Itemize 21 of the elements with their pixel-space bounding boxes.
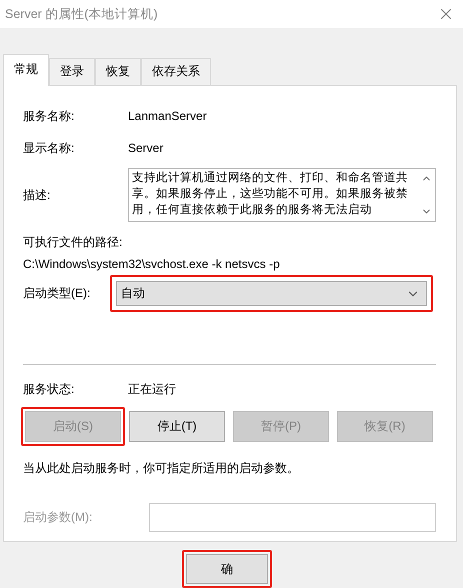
tab[interactable]: 登录 <box>49 58 95 86</box>
tab[interactable]: 常规 <box>3 54 49 86</box>
field-label: 可执行文件的路径: <box>23 234 124 252</box>
path-value: C:\Windows\system32\svchost.exe -k netsvcs -p <box>23 257 281 272</box>
field-label: 服务名称: <box>23 108 76 125</box>
window-title: Server 的属性(本地计算机) <box>5 6 158 23</box>
field-label: 服务状态: <box>23 380 76 398</box>
hint-text: 当从此处启动服务时，你可指定所适用的启动参数。 <box>23 460 300 478</box>
startup-type-dropdown[interactable]: 自动 <box>116 281 427 306</box>
tab[interactable]: 依存关系 <box>141 58 211 86</box>
field-value: LanmanServer <box>128 109 207 124</box>
field-label: 启动参数(M): <box>23 509 94 526</box>
description-box[interactable]: 支持此计算机通过网络的文件、打印、和命名管道共享。如果服务停止，这些功能不可用。如果服务被禁用，任何直接依赖于此服务的服务将无法启动 <box>128 168 436 222</box>
status-value: 正在运行 <box>128 380 176 398</box>
field-label: 描述: <box>23 186 52 204</box>
ok-button[interactable]: 确 <box>186 554 268 584</box>
field-value: Server <box>128 141 164 156</box>
field-label: 启动类型(E): <box>23 285 92 302</box>
service-button[interactable]: 停止(T) <box>129 411 225 442</box>
field-label: 显示名称: <box>23 140 76 157</box>
tab[interactable]: 恢复 <box>95 58 141 86</box>
